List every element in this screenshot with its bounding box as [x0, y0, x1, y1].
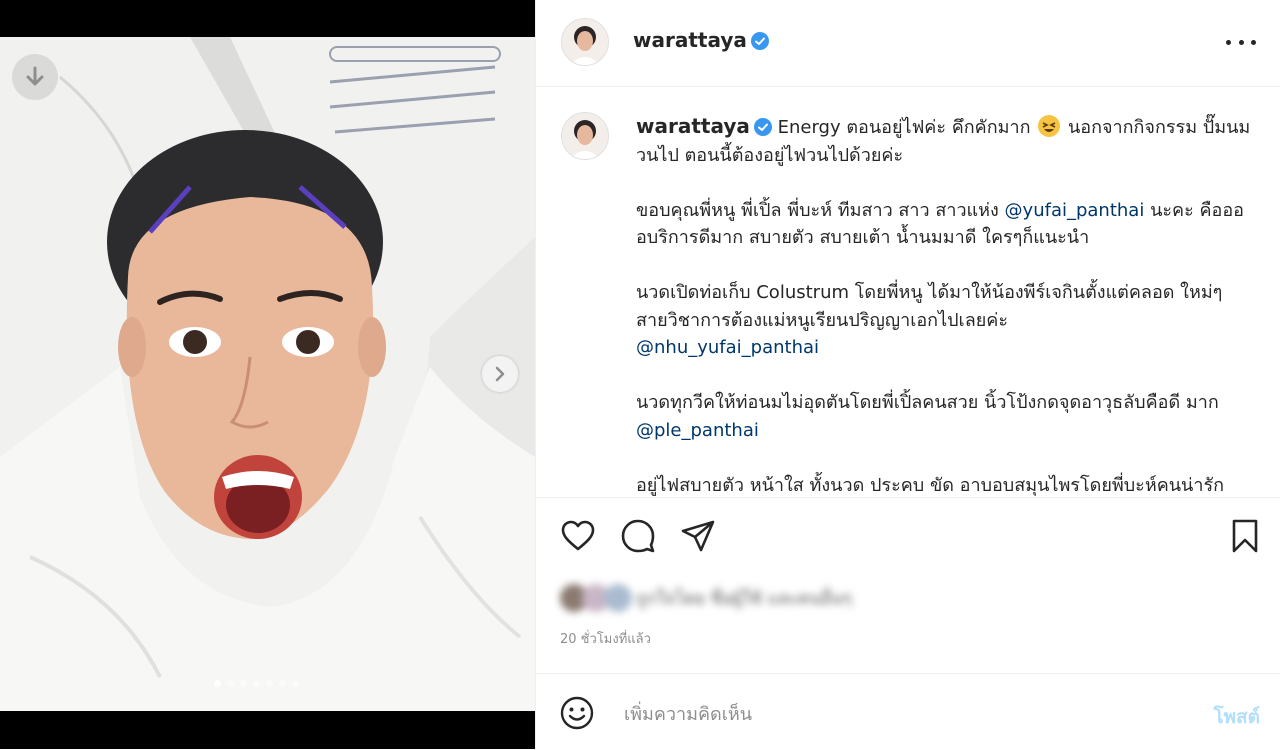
more-icon — [1226, 39, 1231, 45]
post-header: warattaya — [536, 0, 1280, 87]
post-caption: warattaya Energy ตอนอยู่ไฟค่ะ คึกคักมาก … — [636, 113, 1251, 497]
author-avatar[interactable] — [561, 18, 609, 66]
author-username[interactable]: warattaya — [633, 28, 769, 52]
carousel-dot — [292, 679, 299, 687]
carousel-indicator — [214, 678, 299, 688]
post-actions — [560, 518, 1260, 558]
more-icon-dot — [1238, 39, 1244, 45]
carousel-dot — [240, 679, 247, 687]
post-comment-button[interactable]: โพสต์ — [1213, 702, 1260, 732]
likes-text: ถูกใจโดย ชื่อผู้ใช้ และคนอื่นๆ — [636, 588, 852, 609]
likes-summary[interactable]: ถูกใจโดย ชื่อผู้ใช้ และคนอื่นๆ — [560, 580, 852, 616]
caption-text: ขอบคุณพี่หนู พี่เปิ้ล พี่บะห์ ทีมสาว สาว… — [636, 199, 999, 221]
carousel-dot — [253, 679, 260, 687]
heart-icon[interactable] — [560, 518, 596, 554]
share-icon[interactable] — [680, 518, 716, 554]
caption-text: Energy ตอนอยู่ไฟค่ะ คึกคักมาก — [777, 117, 1031, 138]
verified-badge-icon — [753, 118, 772, 136]
verified-badge-icon — [750, 32, 769, 50]
more-icon-dot — [1251, 39, 1256, 45]
laughing-emoji-icon — [1038, 115, 1061, 137]
caption-username[interactable]: warattaya — [636, 114, 750, 138]
caption-author-avatar[interactable] — [561, 112, 609, 160]
carousel-dot — [227, 679, 234, 687]
carousel-dot-active — [214, 679, 221, 687]
liker-avatars — [560, 584, 632, 612]
mention-link[interactable]: @yufai_panthai — [1005, 200, 1145, 221]
caption-text: อยู่ไฟสบายตัว หน้าใส ทั้งนวด ประคบ ขัด อ… — [636, 474, 1225, 496]
caption-area: warattaya Energy ตอนอยู่ไฟค่ะ คึกคักมาก … — [536, 87, 1280, 498]
download-icon — [26, 66, 44, 86]
bookmark-icon[interactable] — [1230, 518, 1260, 554]
mention-link[interactable]: @nhu_yufai_panthai — [636, 337, 819, 358]
post-panel: warattaya warattaya Energy ตอนอยู่ไฟค่ะ … — [535, 0, 1280, 749]
mention-link[interactable]: @ple_panthai — [636, 420, 759, 441]
caption-text: นวดทุกวีคให้ท่อนมไม่อุดตันโดยพี่เปิ้ลคนส… — [636, 392, 1219, 413]
carousel-dot — [279, 679, 286, 687]
comment-icon[interactable] — [620, 518, 656, 554]
emoji-icon[interactable] — [560, 696, 594, 730]
post-photo[interactable] — [0, 37, 535, 711]
comment-bar: โพสต์ — [536, 673, 1280, 750]
post-timestamp[interactable]: 20 ชั่วโมงที่แล้ว — [560, 628, 651, 649]
comment-input[interactable] — [622, 698, 1186, 730]
carousel-next-button[interactable] — [482, 356, 518, 392]
more-options-button[interactable] — [1226, 30, 1256, 54]
download-button[interactable] — [12, 54, 58, 100]
chevron-right-icon — [495, 366, 505, 382]
caption-text: นวดเปิดท่อเก็บ Colustrum โดยพี่หนู ได้มา… — [636, 282, 1223, 331]
carousel-dot — [266, 679, 273, 687]
post-media — [0, 0, 535, 749]
